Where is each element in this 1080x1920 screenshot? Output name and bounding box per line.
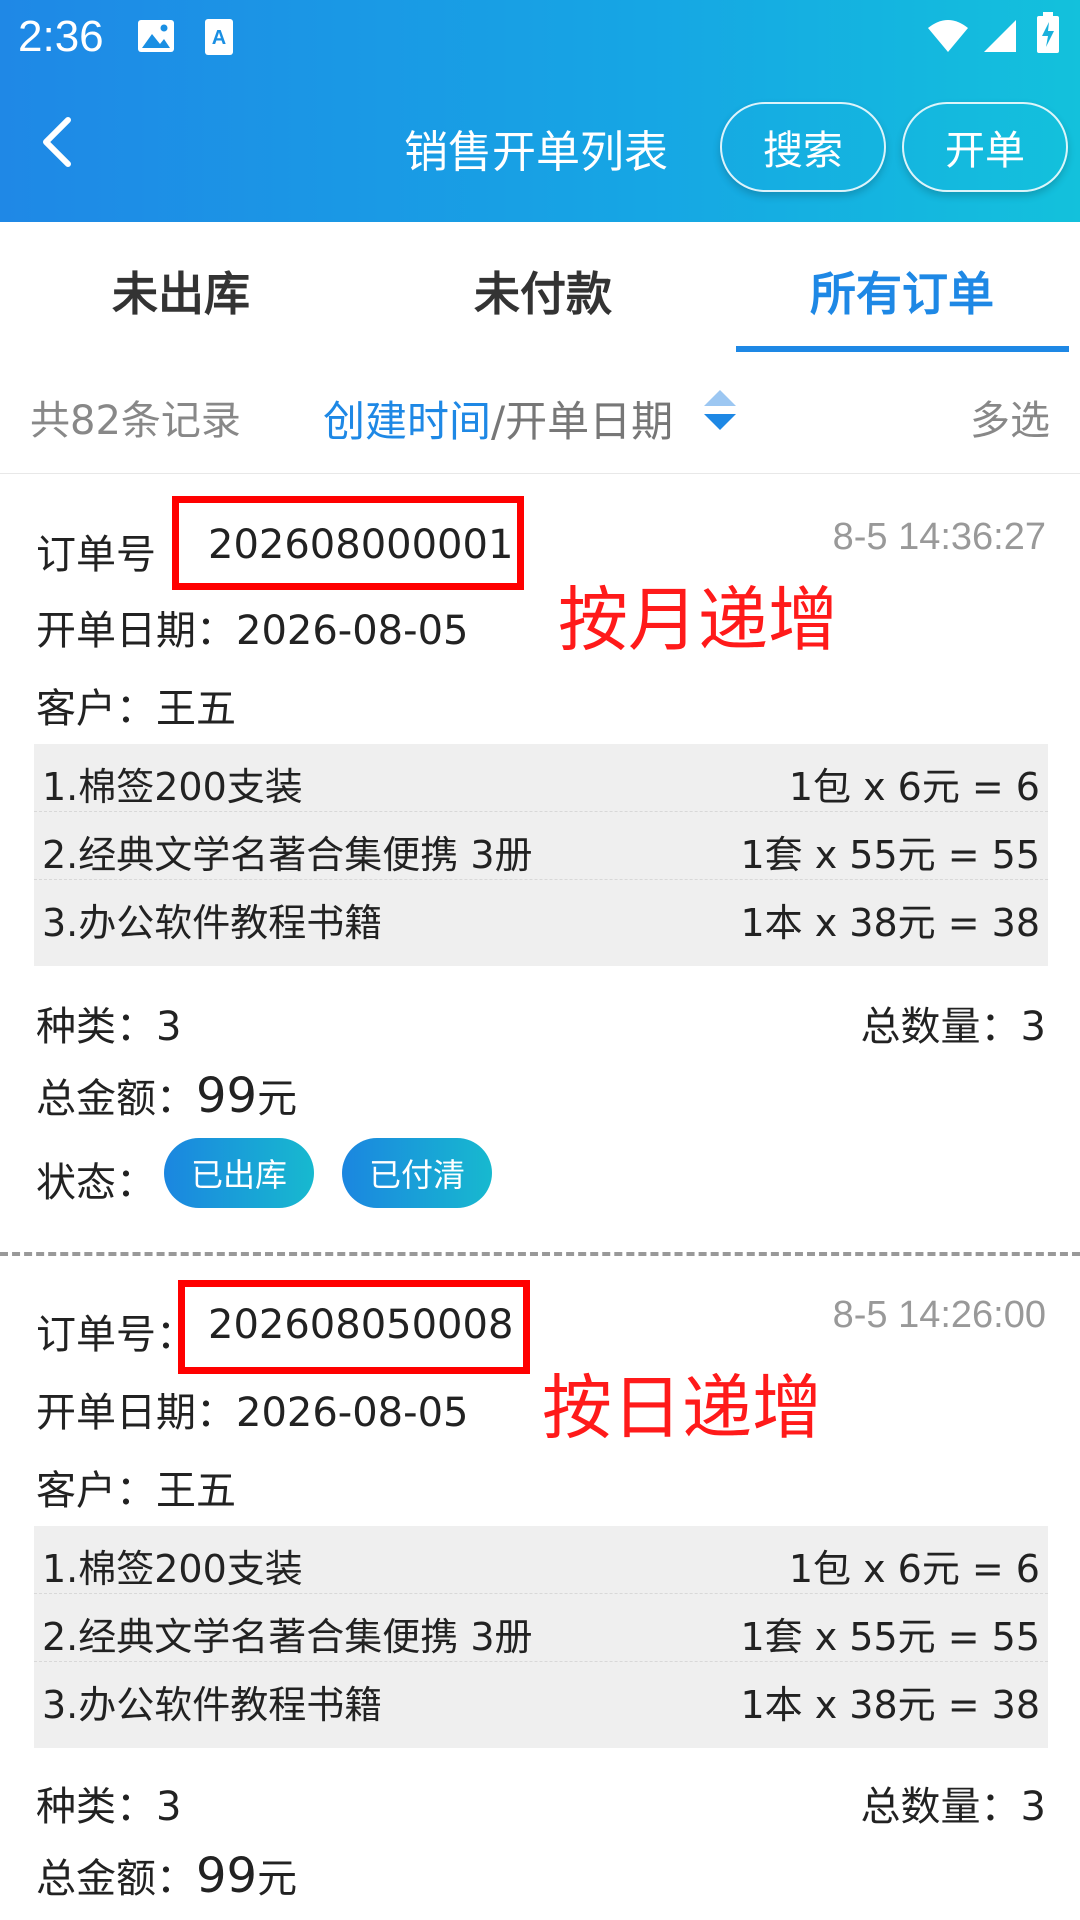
list-item: 3.办公软件教程书籍 1本 x 38元 = 38 — [34, 1662, 1048, 1730]
created-time: 8-5 14:36:27 — [832, 516, 1046, 558]
customer-label: 客户： — [36, 1468, 156, 1514]
list-item: 1.棉签200支装 1包 x 6元 = 6 — [34, 1526, 1048, 1594]
item-name: 2.经典文学名著合集便携 3册 — [42, 833, 533, 877]
order-date: 2026-08-05 — [236, 608, 469, 654]
item-calc: 1包 x 6元 = 6 — [788, 1547, 1040, 1591]
multi-select-button[interactable]: 多选 — [970, 388, 1050, 446]
customer-label: 客户： — [36, 686, 156, 732]
status-bar: 2:36 A — [0, 0, 1080, 76]
quantity-label: 总数量： — [860, 1784, 1021, 1830]
customer-name: 王五 — [156, 1468, 236, 1514]
status-time: 2:36 — [18, 12, 104, 61]
kinds-value: 3 — [156, 1784, 182, 1830]
order-date-row: 开单日期：2026-08-05 — [36, 1380, 468, 1438]
text-notification-icon: A — [205, 19, 233, 55]
item-calc: 1本 x 38元 = 38 — [740, 901, 1040, 945]
quantity-label: 总数量： — [860, 1004, 1021, 1050]
app-header: 2:36 A 销售开单列表 搜索 开单 — [0, 0, 1080, 222]
item-list: 1.棉签200支装 1包 x 6元 = 6 2.经典文学名著合集便携 3册 1套… — [34, 744, 1048, 966]
list-item: 1.棉签200支装 1包 x 6元 = 6 — [34, 744, 1048, 812]
item-name: 3.办公软件教程书籍 — [42, 901, 383, 945]
order-card[interactable]: 订单号 202608000001 8-5 14:36:27 按月递增 开单日期：… — [0, 474, 1080, 1254]
item-list: 1.棉签200支装 1包 x 6元 = 6 2.经典文学名著合集便携 3册 1套… — [34, 1526, 1048, 1748]
tab-all-orders[interactable]: 所有订单 — [810, 258, 994, 324]
order-date: 2026-08-05 — [236, 1390, 469, 1436]
status-label: 状态： — [36, 1160, 156, 1206]
quantity-row: 总数量：3 — [861, 994, 1046, 1052]
quantity-value: 3 — [1020, 1784, 1046, 1830]
amount-unit: 元 — [257, 1856, 298, 1902]
cell-signal-icon — [984, 20, 1016, 52]
sort-toggle-icon[interactable] — [700, 388, 740, 432]
order-date-label: 开单日期： — [36, 608, 236, 654]
sort-order-date[interactable]: /开单日期 — [491, 397, 673, 446]
customer-row: 客户：王五 — [36, 1458, 236, 1516]
sort-created-time[interactable]: 创建时间 — [323, 397, 491, 446]
item-calc: 1包 x 6元 = 6 — [788, 765, 1040, 809]
page-title: 销售开单列表 — [404, 127, 668, 178]
order-date-label: 开单日期： — [36, 1390, 236, 1436]
kinds-row: 种类：3 — [36, 1774, 181, 1832]
item-name: 1.棉签200支装 — [42, 1547, 303, 1591]
list-item: 2.经典文学名著合集便携 3册 1套 x 55元 = 55 — [34, 812, 1048, 880]
item-name: 2.经典文学名著合集便携 3册 — [42, 1615, 533, 1659]
kinds-label: 种类： — [36, 1784, 156, 1830]
kinds-value: 3 — [156, 1004, 182, 1050]
search-button[interactable]: 搜索 — [720, 102, 886, 192]
annotation-text: 按月递增 — [558, 579, 838, 661]
created-time: 8-5 14:26:00 — [832, 1294, 1046, 1336]
status-badge-paid: 已付清 — [342, 1138, 492, 1208]
quantity-row: 总数量：3 — [861, 1774, 1046, 1832]
item-calc: 1套 x 55元 = 55 — [740, 833, 1040, 877]
amount-value: 99 — [196, 1848, 258, 1904]
item-calc: 1本 x 38元 = 38 — [740, 1683, 1040, 1727]
order-date-row: 开单日期：2026-08-05 — [36, 598, 468, 656]
battery-charging-icon — [1037, 12, 1059, 53]
wifi-icon — [928, 20, 968, 52]
annotation-text: 按日递增 — [542, 1367, 822, 1449]
amount-row: 总金额：99元 — [36, 1066, 297, 1124]
amount-label: 总金额： — [36, 1076, 196, 1122]
highlight-box — [178, 1280, 530, 1374]
highlight-box — [172, 496, 524, 590]
tab-bar: 未出库 未付款 所有订单 — [0, 222, 1080, 352]
amount-value: 99 — [196, 1068, 258, 1124]
customer-name: 王五 — [156, 686, 236, 732]
kinds-row: 种类：3 — [36, 994, 181, 1052]
kinds-label: 种类： — [36, 1004, 156, 1050]
image-notification-icon — [138, 20, 174, 52]
tab-unpaid[interactable]: 未付款 — [474, 258, 612, 324]
status-badge-shipped: 已出库 — [164, 1138, 314, 1208]
back-arrow-icon[interactable] — [30, 112, 86, 172]
filter-bar: 共82条记录 创建时间/开单日期 多选 — [0, 352, 1080, 474]
record-count: 共82条记录 — [30, 398, 241, 444]
sort-selector[interactable]: 创建时间/开单日期 — [323, 388, 673, 449]
order-card[interactable]: 订单号： 202608050008 8-5 14:26:00 按日递增 开单日期… — [0, 1256, 1080, 1920]
quantity-value: 3 — [1020, 1004, 1046, 1050]
create-order-button[interactable]: 开单 — [902, 102, 1068, 192]
svg-text:A: A — [212, 27, 226, 49]
customer-row: 客户：王五 — [36, 676, 236, 734]
amount-unit: 元 — [257, 1076, 298, 1122]
amount-label: 总金额： — [36, 1856, 196, 1902]
order-number-label: 订单号： — [36, 1312, 196, 1358]
item-name: 3.办公软件教程书籍 — [42, 1683, 383, 1727]
list-item: 3.办公软件教程书籍 1本 x 38元 = 38 — [34, 880, 1048, 948]
tab-not-shipped[interactable]: 未出库 — [112, 258, 250, 324]
amount-row: 总金额：99元 — [36, 1846, 297, 1904]
list-item: 2.经典文学名著合集便携 3册 1套 x 55元 = 55 — [34, 1594, 1048, 1662]
order-number-label: 订单号 — [36, 532, 156, 578]
item-calc: 1套 x 55元 = 55 — [740, 1615, 1040, 1659]
item-name: 1.棉签200支装 — [42, 765, 303, 809]
